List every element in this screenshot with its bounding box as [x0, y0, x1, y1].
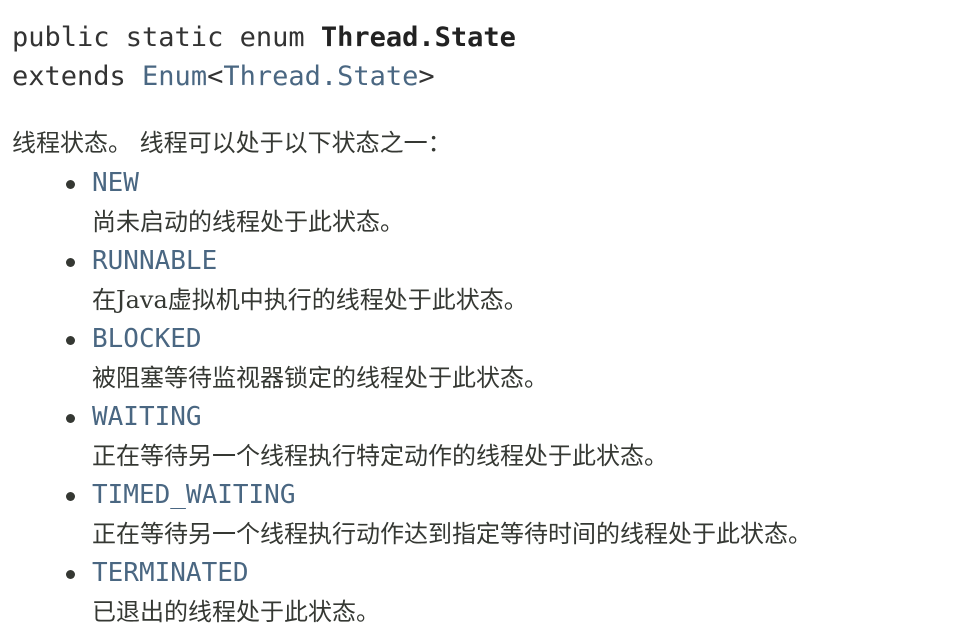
signature-line-2: extends Enum<Thread.State> — [12, 57, 516, 96]
signature-modifiers: public static enum — [12, 22, 321, 53]
constant-name-link[interactable]: BLOCKED — [92, 320, 812, 358]
constant-description: 正在等待另一个线程执行动作达到指定等待时间的线程处于此状态。 — [92, 520, 812, 548]
list-item: BLOCKED 被阻塞等待监视器锁定的线程处于此状态。 — [62, 320, 812, 398]
constant-description: 被阻塞等待监视器锁定的线程处于此状态。 — [92, 364, 548, 392]
list-item: TERMINATED 已退出的线程处于此状态。 — [62, 554, 812, 632]
constant-description: 尚未启动的线程处于此状态。 — [92, 208, 404, 236]
constant-name-link[interactable]: NEW — [92, 164, 812, 202]
generic-type-link[interactable]: Thread.State — [223, 61, 418, 92]
class-name: Thread.State — [320, 22, 516, 53]
list-item: NEW 尚未启动的线程处于此状态。 — [62, 164, 812, 242]
constant-name-link[interactable]: RUNNABLE — [92, 242, 812, 280]
constant-description: 正在等待另一个线程执行特定动作的线程处于此状态。 — [92, 442, 668, 470]
bullet-icon — [66, 414, 75, 423]
enum-link[interactable]: Enum — [142, 61, 207, 92]
bullet-icon — [66, 570, 75, 579]
class-description: 线程状态。 线程可以处于以下状态之一： — [12, 129, 452, 157]
constant-name-link[interactable]: WAITING — [92, 398, 812, 436]
constant-name-link[interactable]: TIMED_WAITING — [92, 476, 812, 514]
list-item: TIMED_WAITING 正在等待另一个线程执行动作达到指定等待时间的线程处于… — [62, 476, 812, 554]
constant-name-link[interactable]: TERMINATED — [92, 554, 812, 592]
bullet-icon — [66, 180, 75, 189]
enum-constants-list: NEW 尚未启动的线程处于此状态。 RUNNABLE 在Java虚拟机中执行的线… — [62, 164, 812, 632]
generic-open: < — [207, 61, 224, 92]
list-item: RUNNABLE 在Java虚拟机中执行的线程处于此状态。 — [62, 242, 812, 320]
bullet-icon — [66, 336, 75, 345]
list-item: WAITING 正在等待另一个线程执行特定动作的线程处于此状态。 — [62, 398, 812, 476]
constant-description: 已退出的线程处于此状态。 — [92, 598, 380, 626]
bullet-icon — [66, 492, 75, 501]
constant-description: 在Java虚拟机中执行的线程处于此状态。 — [92, 286, 528, 314]
bullet-icon — [66, 258, 75, 267]
generic-close: > — [418, 61, 435, 92]
class-signature: public static enum Thread.State extends … — [12, 18, 516, 96]
signature-line-1: public static enum Thread.State — [12, 18, 516, 57]
extends-keyword: extends — [12, 61, 143, 92]
